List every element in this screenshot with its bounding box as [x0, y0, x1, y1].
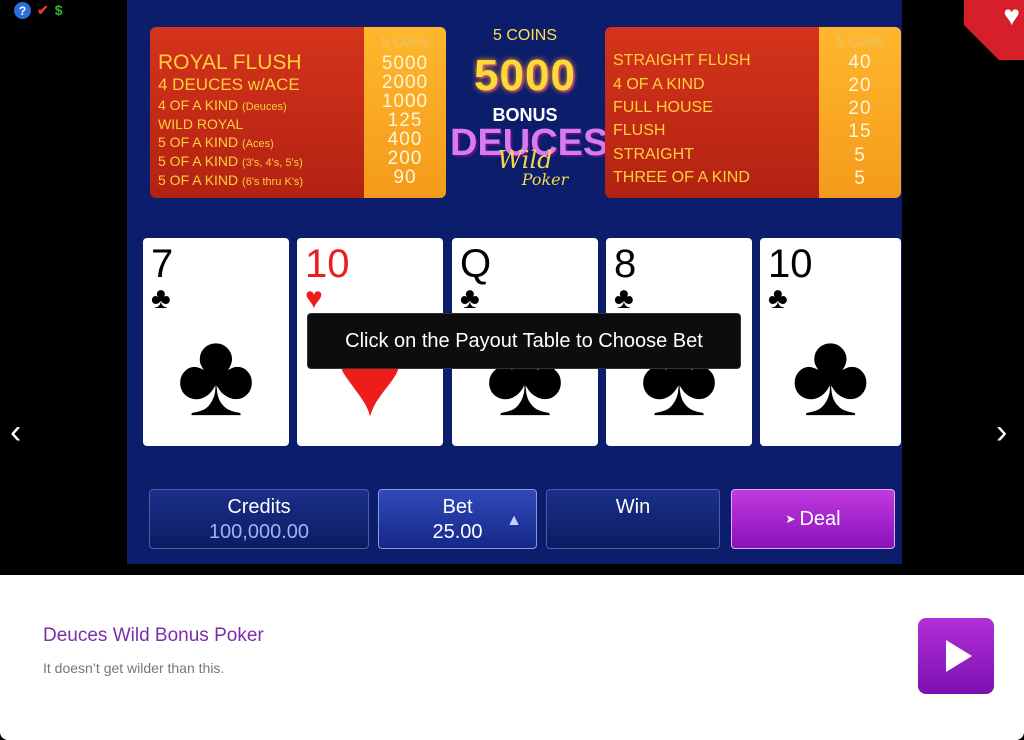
bet-button[interactable]: Bet 25.00 ▲	[378, 489, 537, 549]
heart-icon: ♥	[305, 282, 323, 315]
help-icon[interactable]: ?	[14, 2, 31, 19]
payout-value: 90	[393, 167, 417, 188]
play-icon	[946, 640, 972, 672]
game-description: It doesn’t get wilder than this.	[43, 660, 225, 676]
chevron-right-icon[interactable]: ›	[996, 415, 1007, 449]
card-rank: 7	[151, 242, 174, 286]
club-icon: ♣	[460, 282, 480, 315]
paytable-row-4-of-a-kind-deuces: 4 OF A KIND (Deuces)	[158, 97, 287, 113]
payout-value: 15	[848, 121, 872, 142]
club-icon: ♣	[151, 282, 171, 315]
dollar-icon[interactable]: $	[55, 2, 63, 19]
win-label: Win	[615, 496, 651, 518]
paytable-row-5-of-a-kind-345: 5 OF A KIND (3's, 4's, 5's)	[158, 153, 303, 169]
paytable-row-5-of-a-kind-6k: 5 OF A KIND (6's thru K's)	[158, 172, 304, 188]
bet-hint-tooltip: Click on the Payout Table to Choose Bet	[307, 313, 741, 369]
paytable-row-royal-flush: ROYAL FLUSH	[158, 51, 302, 74]
paytable-row-full-house: FULL HOUSE	[613, 99, 713, 116]
top-payout: 5000	[474, 51, 576, 100]
club-icon: ♣	[614, 282, 634, 315]
coins-header: 5 Coins	[836, 33, 884, 49]
game-viewport: ? ✔ $ ROYAL FLUSH 4 DEUCES w/ACE 4 OF A …	[0, 0, 1024, 575]
payout-value: 40	[848, 52, 872, 73]
paytable-row-straight: STRAIGHT	[613, 146, 694, 163]
play-button[interactable]	[918, 618, 994, 694]
game-info-panel: Deuces Wild Bonus Poker It doesn’t get w…	[0, 575, 1024, 740]
win-display: Win	[546, 489, 720, 549]
paytable-left-coins-column: 5 Coins 5000 2000 1000 125 400 200 90	[364, 27, 446, 198]
credits-value: 100,000.00	[208, 521, 310, 543]
paytable-row-flush: FLUSH	[613, 122, 666, 139]
paytable-left[interactable]: ROYAL FLUSH 4 DEUCES w/ACE 4 OF A KIND (…	[150, 27, 446, 198]
favorite-button[interactable]: ♥	[964, 0, 1024, 60]
game-logo: 5 COINS 5000 BONUS DEUCES Wild Poker	[450, 25, 608, 200]
utility-icons: ? ✔ $	[14, 2, 63, 19]
coins-header: 5 Coins	[381, 33, 429, 49]
club-icon: ♣	[791, 307, 870, 441]
paytable-row-straight-flush: STRAIGHT FLUSH	[613, 52, 751, 69]
payout-value: 20	[848, 98, 872, 119]
deal-label: Deal	[799, 507, 841, 530]
paytable-right-coins-column: 5 Coins 40 20 20 15 5 5	[819, 27, 901, 198]
paytable-row-three-of-a-kind: THREE OF A KIND	[613, 169, 750, 186]
paytable-right[interactable]: STRAIGHT FLUSH 4 OF A KIND FULL HOUSE FL…	[605, 27, 901, 198]
paytable-row-4-of-a-kind: 4 OF A KIND	[613, 76, 705, 93]
payout-value: 5	[854, 168, 866, 189]
triangle-up-icon[interactable]: ▲	[506, 512, 522, 530]
playing-card-5[interactable]: 10 ♣ ♣	[760, 238, 901, 446]
card-rank: 8	[614, 242, 637, 286]
credits-label: Credits	[227, 496, 291, 518]
coins-label: 5 COINS	[492, 27, 557, 44]
club-icon: ♣	[176, 307, 256, 441]
credits-display: Credits 100,000.00	[149, 489, 369, 549]
game-title: Deuces Wild Bonus Poker	[43, 625, 264, 646]
playing-card-1[interactable]: 7 ♣ ♣	[143, 238, 289, 446]
paytable-row-wild-royal: WILD ROYAL	[158, 116, 244, 132]
cursor-icon: ➤	[785, 512, 796, 526]
chevron-left-icon[interactable]: ‹	[10, 415, 21, 449]
heart-icon: ♥	[1003, 0, 1020, 31]
card-rank: 10	[768, 242, 813, 286]
payout-value: 20	[848, 75, 872, 96]
game-window: ? ✔ $ ROYAL FLUSH 4 DEUCES w/ACE 4 OF A …	[0, 0, 1024, 740]
deal-button[interactable]: ➤ Deal	[731, 489, 895, 549]
card-rank: 10	[305, 242, 350, 286]
paytable-row-5-of-a-kind-aces: 5 OF A KIND (Aces)	[158, 134, 274, 150]
paytable-row-4-deuces-ace: 4 DEUCES w/ACE	[158, 75, 300, 94]
payout-value: 5	[854, 145, 866, 166]
club-icon: ♣	[768, 282, 788, 315]
check-icon[interactable]: ✔	[37, 2, 49, 19]
card-rank: Q	[460, 242, 492, 286]
